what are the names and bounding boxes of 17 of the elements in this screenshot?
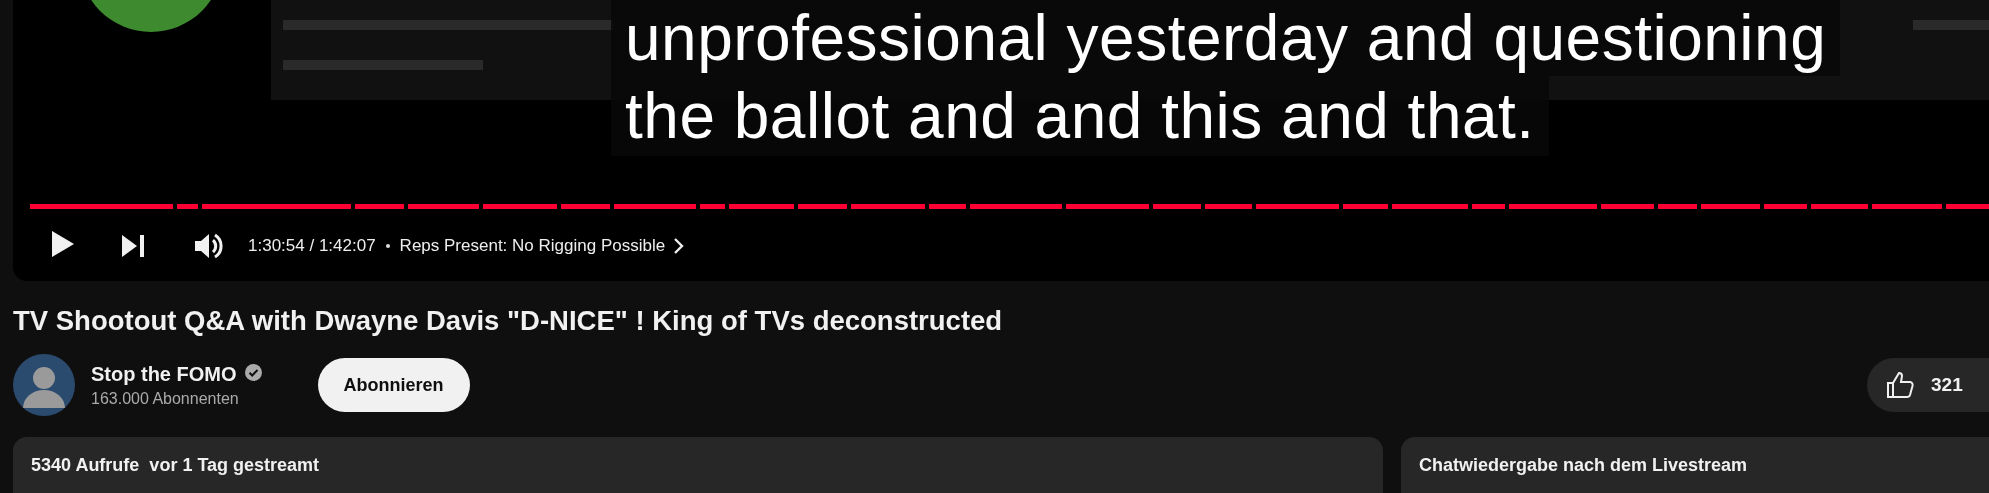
video-time: 1:30:54 / 1:42:07 [248,236,376,256]
subscribe-button[interactable]: Abonnieren [317,358,470,412]
chat-replay-title: Chatwiedergabe nach dem Livestream [1419,455,1748,475]
subscriber-count: 163.000 Abonnenten [91,389,240,408]
progress-bar[interactable] [30,204,1989,209]
video-stats: 5340 Aufrufe vor 1 Tag gestreamt [31,455,320,475]
play-icon[interactable] [51,230,75,258]
volume-icon[interactable] [194,232,224,260]
thumbs-up-icon [1885,370,1915,400]
chapter-link[interactable]: Reps Present: No Rigging Possible [399,236,686,256]
next-icon[interactable] [120,233,146,259]
like-button[interactable]: 321 [1867,358,1989,412]
video-title: TV Shootout Q&A with Dwayne Davis "D-NICE" ! King of TVs deconstructed [13,304,1004,338]
chevron-right-icon [673,237,686,255]
channel-name[interactable]: Stop the FOMO [91,362,237,386]
channel-avatar[interactable] [13,354,75,416]
description-card[interactable]: 5340 Aufrufe vor 1 Tag gestreamt [13,437,1383,493]
